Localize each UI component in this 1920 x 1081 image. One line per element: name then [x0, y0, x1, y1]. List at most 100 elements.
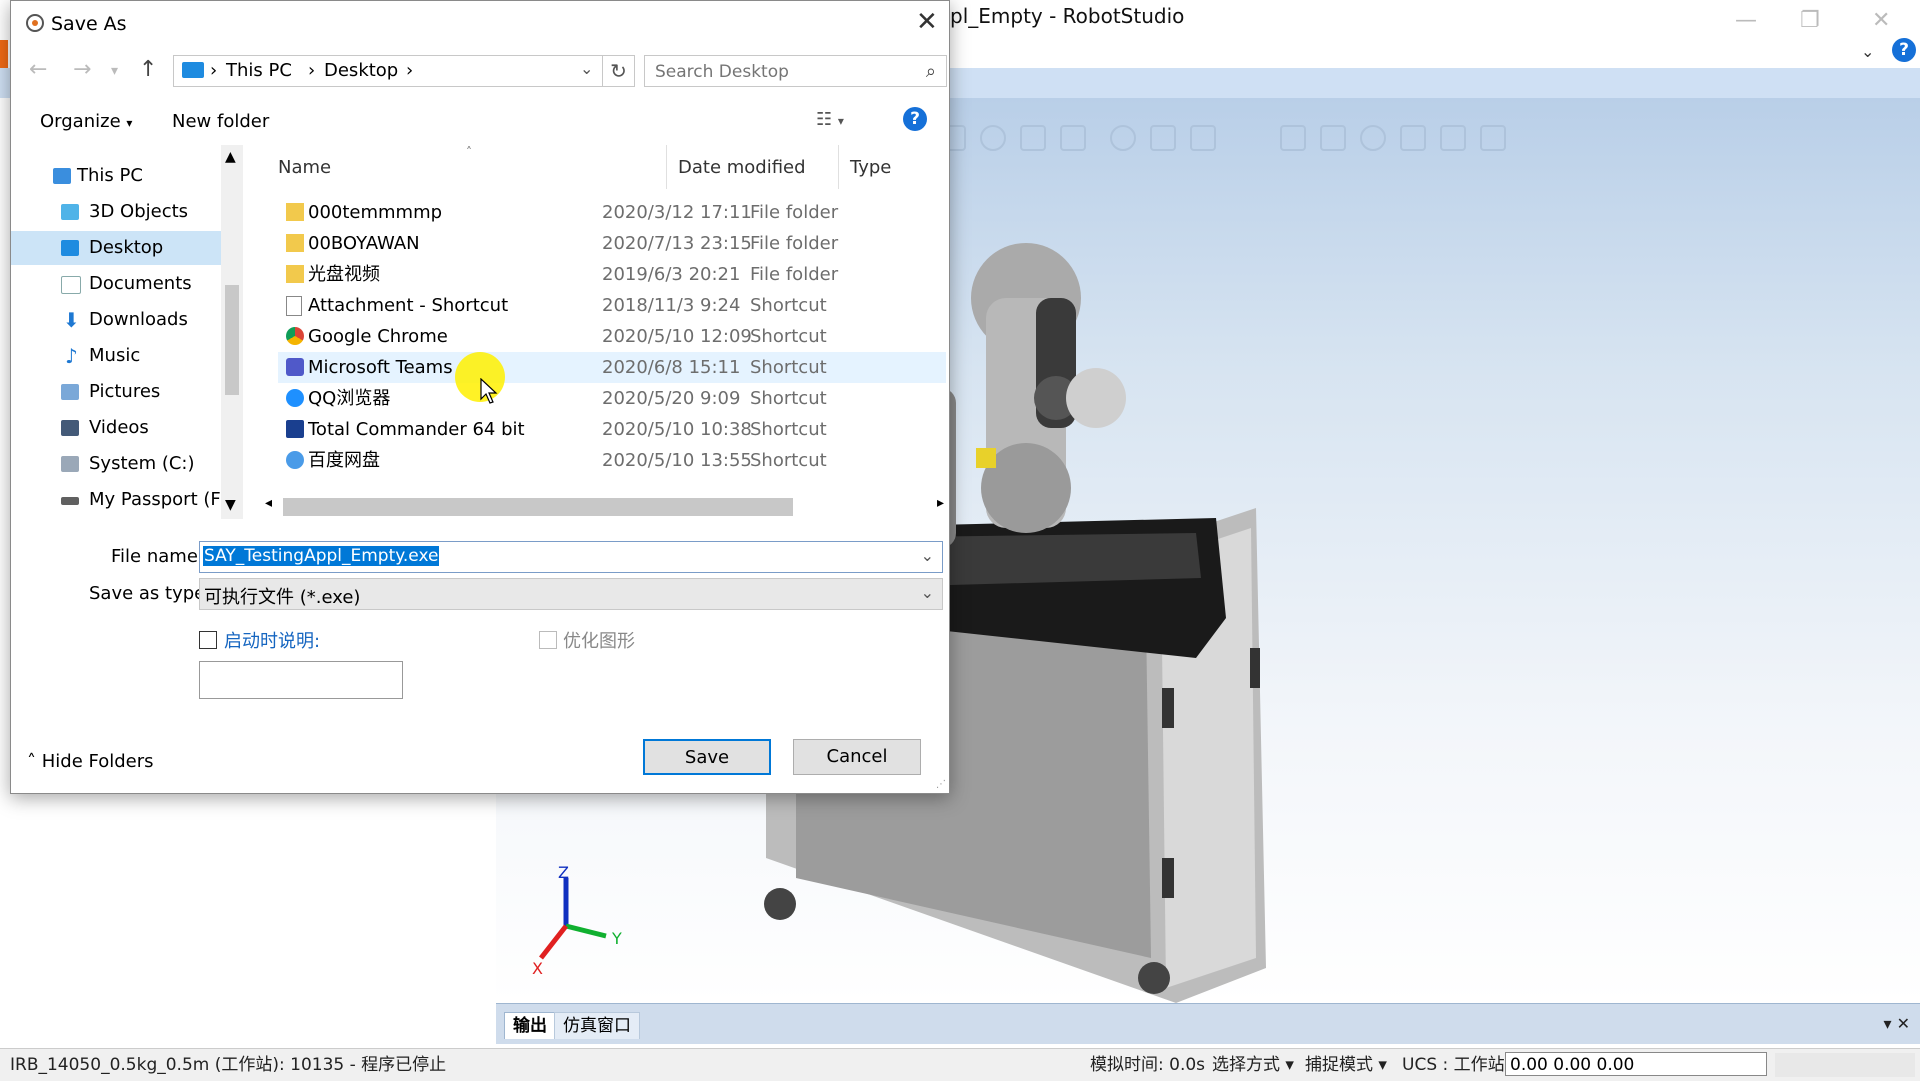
minimize-icon[interactable]: — — [1735, 8, 1757, 33]
nav-item-label: Videos — [89, 417, 149, 438]
file-row[interactable]: QQ浏览器 2020/5/20 9:09 Shortcut — [278, 383, 946, 414]
column-header-name[interactable]: Name — [278, 157, 331, 178]
file-row[interactable]: 百度网盘 2020/5/10 13:55 Shortcut — [278, 445, 946, 476]
hide-folders-button[interactable]: ˄ Hide Folders — [27, 751, 154, 772]
search-input[interactable] — [653, 59, 907, 85]
nav-item-this-pc[interactable]: This PC — [11, 159, 221, 193]
column-header-date[interactable]: Date modified — [678, 157, 806, 178]
coordinates-field[interactable]: 0.00 0.00 0.00 — [1505, 1052, 1767, 1076]
change-view-icon[interactable]: ☷ ▾ — [816, 109, 844, 130]
sort-ascending-icon: ˄ — [466, 145, 472, 159]
file-row[interactable]: Microsoft Teams 2020/6/8 15:11 Shortcut — [278, 352, 946, 383]
column-separator[interactable] — [666, 145, 667, 189]
restore-icon[interactable]: ❐ — [1800, 8, 1820, 33]
new-folder-button[interactable]: New folder — [172, 111, 269, 132]
startup-description-input[interactable] — [199, 661, 403, 699]
nav-item-downloads[interactable]: ⬇ Downloads — [11, 303, 221, 337]
cart-hinge — [1162, 858, 1174, 898]
chevron-down-icon: ⌄ — [920, 583, 934, 602]
cart-wheel — [764, 888, 796, 920]
file-date: 2020/5/20 9:09 — [602, 388, 741, 409]
address-bar[interactable]: › This PC › Desktop › ⌄ — [173, 55, 603, 87]
dialog-close-icon[interactable]: ✕ — [916, 7, 938, 37]
refresh-icon[interactable]: ↻ — [603, 55, 635, 87]
status-ucs: UCS : 工作站 — [1402, 1055, 1505, 1075]
nav-scrollbar[interactable]: ▲ ▼ — [221, 145, 243, 519]
nav-item-music[interactable]: ♪ Music — [11, 339, 221, 373]
breadcrumb-this-pc[interactable]: This PC — [226, 60, 292, 81]
resize-grip-icon[interactable]: ⋰ — [936, 779, 946, 790]
save-as-type-select[interactable]: 可执行文件 (*.exe) ⌄ — [199, 578, 943, 610]
horizontal-scroll-thumb[interactable] — [283, 498, 793, 516]
recent-locations-icon[interactable]: ▾ — [111, 63, 118, 79]
chevron-down-icon[interactable]: ⌄ — [921, 546, 934, 565]
nav-scroll-thumb[interactable] — [225, 285, 239, 395]
file-row[interactable]: 00BOYAWAN 2020/7/13 23:15 File folder — [278, 228, 946, 259]
back-arrow-icon[interactable]: ← — [29, 57, 47, 82]
breadcrumb-desktop[interactable]: Desktop — [324, 60, 398, 81]
app-help-icon[interactable]: ? — [1892, 38, 1916, 62]
output-panel-controls[interactable]: ▾ ✕ — [1883, 1014, 1910, 1033]
nav-item-desktop[interactable]: Desktop — [11, 231, 221, 265]
file-date: 2020/5/10 12:09 — [602, 326, 752, 347]
optimize-graphics-checkbox[interactable] — [539, 631, 557, 649]
robot-gripper — [976, 448, 996, 468]
organize-button[interactable]: Organize ▾ — [40, 111, 132, 132]
y-axis-label: Y — [611, 929, 622, 948]
ribbon-minimize-icon[interactable]: ⌄ — [1861, 42, 1874, 61]
help-icon[interactable]: ? — [903, 107, 927, 131]
file-name-field[interactable]: SAY_TestingAppl_Empty.exe ⌄ — [199, 541, 943, 573]
select-mode-label: 选择方式 — [1212, 1055, 1280, 1075]
folder-icon — [286, 234, 304, 252]
column-header-type[interactable]: Type — [850, 157, 891, 178]
cancel-button[interactable]: Cancel — [793, 739, 921, 775]
address-dropdown-icon[interactable]: ⌄ — [580, 59, 593, 78]
snap-mode-dropdown[interactable]: 捕捉模式 ▾ — [1305, 1049, 1387, 1081]
3d-objects-icon — [61, 204, 79, 220]
save-button[interactable]: Save — [643, 739, 771, 775]
chevron-down-icon: ▾ — [1285, 1055, 1294, 1075]
nav-item-system-c[interactable]: System (C:) — [11, 447, 221, 481]
file-row[interactable]: 000temmmmp 2020/3/12 17:11 File folder — [278, 197, 946, 228]
videos-icon — [61, 420, 79, 436]
chevron-down-icon: ▾ — [126, 116, 133, 130]
tab-simulation-window[interactable]: 仿真窗口 — [554, 1012, 640, 1039]
scroll-right-icon[interactable]: ▸ — [937, 495, 944, 511]
file-row[interactable]: Google Chrome 2020/5/10 12:09 Shortcut — [278, 321, 946, 352]
file-row[interactable]: 光盘视频 2019/6/3 20:21 File folder — [278, 259, 946, 290]
file-name: QQ浏览器 — [308, 388, 391, 409]
file-row[interactable]: Attachment - Shortcut 2018/11/3 9:24 Sho… — [278, 290, 946, 321]
nav-item-pictures[interactable]: Pictures — [11, 375, 221, 409]
search-icon[interactable]: ⌕ — [926, 61, 936, 82]
y-axis — [565, 923, 607, 939]
file-name: Microsoft Teams — [308, 357, 453, 378]
search-box: ⌕ — [644, 55, 947, 87]
scroll-left-icon[interactable]: ◂ — [265, 495, 272, 511]
downloads-icon: ⬇ — [63, 308, 80, 332]
startup-description-checkbox[interactable] — [199, 631, 217, 649]
close-icon[interactable]: ✕ — [1872, 8, 1890, 33]
forward-arrow-icon[interactable]: → — [73, 57, 91, 82]
x-axis-label: X — [532, 959, 543, 978]
column-separator[interactable] — [838, 145, 839, 189]
tab-output[interactable]: 输出 — [504, 1012, 556, 1039]
optimize-graphics-label: 优化图形 — [563, 631, 635, 652]
nav-item-3d-objects[interactable]: 3D Objects — [11, 195, 221, 229]
horizontal-scrollbar[interactable]: ◂ ▸ — [261, 495, 951, 517]
file-date: 2020/3/12 17:11 — [602, 202, 752, 223]
drive-icon — [61, 456, 79, 472]
nav-item-videos[interactable]: Videos — [11, 411, 221, 445]
nav-item-label: Documents — [89, 273, 192, 294]
documents-icon — [61, 276, 81, 294]
up-arrow-icon[interactable]: ↑ — [139, 57, 157, 82]
teams-icon — [286, 358, 304, 376]
nav-item-my-passport-f[interactable]: My Passport (F:) — [11, 483, 232, 517]
file-row[interactable]: Total Commander 64 bit 2020/5/10 10:38 S… — [278, 414, 946, 445]
file-date: 2019/6/3 20:21 — [602, 264, 741, 285]
scroll-up-icon[interactable]: ▲ — [225, 149, 236, 165]
nav-item-documents[interactable]: Documents — [11, 267, 221, 301]
nav-item-label: System (C:) — [89, 453, 195, 474]
select-mode-dropdown[interactable]: 选择方式 ▾ — [1212, 1049, 1294, 1081]
scroll-down-icon[interactable]: ▼ — [225, 497, 236, 513]
navigation-pane: This PC 3D Objects Desktop Documents ⬇ D… — [11, 145, 246, 519]
